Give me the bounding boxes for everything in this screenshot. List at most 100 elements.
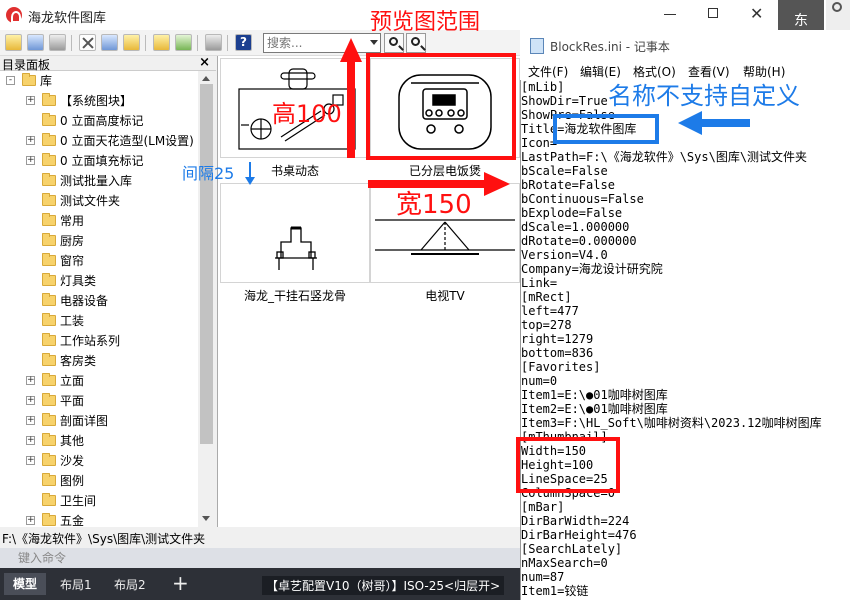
preview-stone-keel[interactable] [220,183,370,283]
tree-node[interactable]: 窗帘 [0,251,198,271]
folder-icon [42,293,56,306]
add-layout-button[interactable]: + [172,571,189,595]
tree-node[interactable]: +0 立面天花造型(LM设置) [0,131,198,151]
tree-node[interactable]: + 沙发 [0,451,198,471]
back-icon[interactable] [205,34,222,51]
tree-node[interactable]: 电器设备 [0,291,198,311]
tree-node-label: 工作站系列 [60,334,121,348]
notepad-line: num=87 [521,570,565,584]
paste-icon[interactable] [123,34,140,51]
tree-node-label: 其他 [60,434,85,448]
notepad-line: dScale=1.000000 [521,220,630,234]
tree-node[interactable]: +0 立面填充标记 [0,151,198,171]
tree-node[interactable]: + 其他 [0,431,198,451]
tab-layout2[interactable]: 布局2 [114,576,146,593]
notepad-line: Link= [521,276,558,290]
maximize-icon[interactable] [708,8,718,18]
annotation-preview-box [366,53,516,160]
search-icon[interactable] [832,2,842,12]
edit-icon[interactable] [153,34,170,51]
notepad-icon [530,38,544,54]
search-button[interactable] [406,33,426,53]
folder-icon [42,333,56,346]
notepad-line: dRotate=0.000000 [521,234,637,248]
tree-node[interactable]: + 立面 [0,371,198,391]
tree-node[interactable]: 图例 [0,471,198,491]
toolbar-separator [145,35,146,51]
tree-node[interactable]: 灯具类 [0,271,198,291]
notepad-line: right=1279 [521,332,594,346]
expand-icon[interactable]: + [26,156,35,165]
expand-icon[interactable]: + [26,416,35,425]
scroll-down-icon[interactable] [202,516,210,521]
tree-node[interactable]: 测试文件夹 [0,191,198,211]
tree-node[interactable]: 常用 [0,211,198,231]
search-icon [411,37,420,46]
expand-icon[interactable]: + [26,136,35,145]
close-icon[interactable]: ✕ [750,4,763,23]
tree-node-label: 沙发 [60,454,85,468]
scrollbar-thumb[interactable] [200,84,213,444]
new-library-icon[interactable] [5,34,22,51]
current-path: F:\《海龙软件》\Sys\图库\测试文件夹 [0,530,520,548]
tree-node-label: 常用 [60,214,85,228]
folder-icon [22,73,36,86]
folder-icon [42,153,56,166]
tree-node-label: 0 立面高度标记 [60,114,144,128]
tree-node[interactable]: -库 [0,71,198,91]
collapse-icon[interactable]: - [6,76,15,85]
delete-icon[interactable] [79,34,96,51]
tree-node-label: 剖面详图 [60,414,109,428]
close-panel-icon[interactable]: × [199,55,210,70]
tree-node[interactable]: 0 立面高度标记 [0,111,198,131]
copy-icon[interactable] [101,34,118,51]
tree-node-label: 图例 [60,474,85,488]
tree-node[interactable]: + 【系统图块】 [0,91,198,111]
toolbar-separator [227,35,228,51]
tree-node[interactable]: 工作站系列 [0,331,198,351]
command-line[interactable]: 键入命令 [0,548,520,568]
expand-icon[interactable]: + [26,396,35,405]
minimize-icon[interactable] [664,14,676,15]
annotation-left-arrow-icon [678,111,750,135]
tree-node[interactable]: 客房类 [0,351,198,371]
list-view-icon[interactable] [49,34,66,51]
tree-node[interactable]: + 剖面详图 [0,411,198,431]
expand-icon[interactable]: + [26,516,35,525]
notepad-editor[interactable]: [mLib] ShowDir=True ShowPre=False Title=海龙软… [521,80,850,600]
stone-keel-drawing-icon [275,226,317,270]
expand-icon[interactable]: + [26,436,35,445]
scroll-up-icon[interactable] [202,76,210,81]
folder-icon [42,213,56,226]
chevron-down-icon[interactable] [370,40,378,45]
tab-layout1[interactable]: 布局1 [60,576,92,593]
expand-icon[interactable]: + [26,456,35,465]
tree-node-label: 测试文件夹 [60,194,121,208]
menu-file[interactable]: 文件(F) [528,63,568,80]
tree-node[interactable]: 测试批量入库 [0,171,198,191]
folder-icon [42,233,56,246]
notepad-line: top=278 [521,318,572,332]
help-icon[interactable]: ? [235,34,252,51]
import-icon[interactable] [175,34,192,51]
folder-icon [42,373,56,386]
background-window-tab[interactable]: 东 [778,0,824,30]
notepad-title: BlockRes.ini - 记事本 [550,40,670,54]
expand-icon[interactable]: + [26,376,35,385]
tree-node[interactable]: 卫生间 [0,491,198,511]
tree-node[interactable]: 工装 [0,311,198,331]
notepad-line: DirBarHeight=476 [521,528,637,542]
folder-icon [42,493,56,506]
thumbnail-view-icon[interactable] [27,34,44,51]
tree-node[interactable]: + 五金 [0,511,198,527]
expand-icon[interactable]: + [26,96,35,105]
tree-node[interactable]: + 平面 [0,391,198,411]
preview-caption: 海龙_干挂石竖龙骨 [243,289,346,303]
search-filter-button[interactable] [384,33,404,53]
tab-model[interactable]: 模型 [4,573,46,595]
annotation-height: 高100 [272,100,342,128]
folder-icon [42,113,56,126]
status-text: 【卓艺配置V10（树哥）】ISO-25<归层开> [262,576,505,595]
notepad-line: bExplode=False [521,206,623,220]
tree-node[interactable]: 厨房 [0,231,198,251]
